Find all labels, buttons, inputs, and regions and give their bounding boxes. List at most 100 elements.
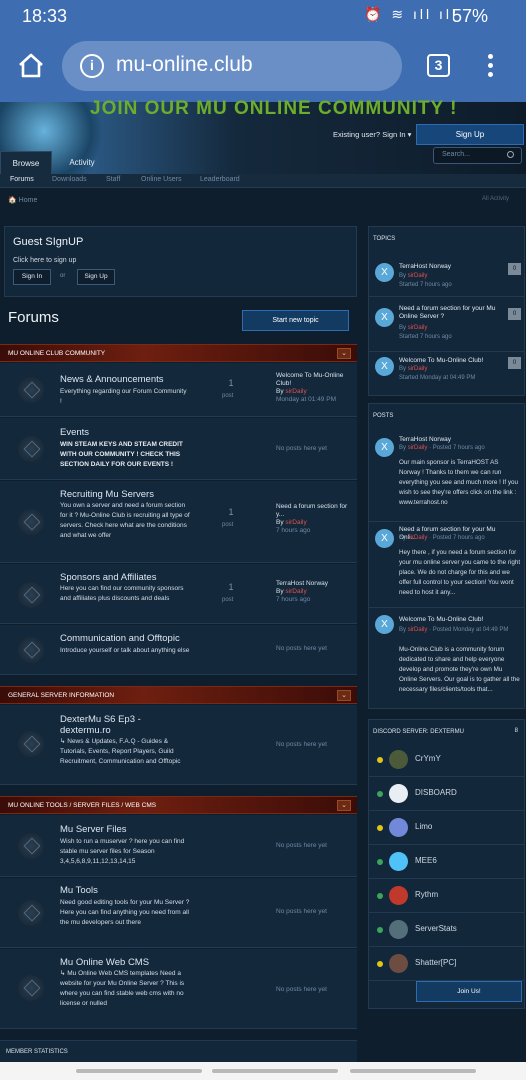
forum-title[interactable]: News & Announcements [60,374,164,385]
forum-description: ↳ Mu Online Web CMS templates Need a web… [60,970,185,1007]
discord-member[interactable]: Limo [369,811,525,845]
no-posts: No posts here yet [276,741,327,748]
forum-row[interactable]: Mu Online Web CMS ↳ Mu Online Web CMS te… [0,949,357,1029]
topic-item[interactable]: X Need a forum section for your Mu Onlin… [369,298,525,352]
post-title[interactable]: TerraHost Norway [399,436,509,444]
status-dot [377,825,383,831]
subnav-staff[interactable]: Staff [106,176,120,183]
home-icon[interactable] [17,52,45,78]
signup-button[interactable]: Sign Up [416,124,524,145]
nav-handle[interactable] [76,1069,202,1073]
forum-row[interactable]: Mu Tools Need good editing tools for you… [0,878,357,948]
search-icon[interactable] [507,151,514,158]
topic-time: Started Monday at 04:49 PM [399,375,476,381]
post-count: 1 [228,378,234,388]
post-meta: By sirDaily · Posted Monday at 04:49 PM [399,627,509,633]
discord-member[interactable]: ServerStats [369,913,525,947]
post-item[interactable]: X Need a forum section for your Mu Onli.… [369,523,525,608]
category-title: MU ONLINE TOOLS / SERVER FILES / WEB CMS [8,802,157,809]
avatar: X [375,529,394,548]
avatar [389,750,408,769]
forum-description: ↳ News & Updates, F.A.Q - Guides & Tutor… [60,738,181,765]
avatar: X [375,438,394,457]
post-body: Our main sponsor is TerraHOST AS Norway … [399,459,519,506]
forum-title[interactable]: Events [60,427,89,438]
avatar [389,818,408,837]
forum-row[interactable]: DexterMu S6 Ep3 - dextermu.ro ↳ News & U… [0,705,357,785]
status-bar: 18:33 ⏰ ≋ ıll ıll 57% [0,0,526,32]
tab-switcher-button[interactable]: 3 [427,54,450,77]
reply-count-badge: 0 [508,263,521,275]
discord-member[interactable]: CrYmY [369,743,525,777]
forum-icon [18,377,44,403]
forum-row[interactable]: Events WIN STEAM KEYS AND STEAM CREDIT W… [0,418,357,480]
no-posts: No posts here yet [276,986,327,993]
chevron-down-icon[interactable]: ⌄ [337,690,351,701]
post-title[interactable]: Welcome To Mu-Online Club! [399,616,509,624]
menu-icon[interactable] [486,54,494,80]
breadcrumb[interactable]: 🏠 Home [8,196,37,204]
guest-signup-button[interactable]: Sign Up [77,269,115,285]
sign-in-link[interactable]: Existing user? Sign In ▾ [333,130,411,139]
forum-description: You own a server and need a forum sectio… [60,502,190,539]
guest-signin-button[interactable]: Sign In [13,269,51,285]
post-item[interactable]: X Welcome To Mu-Online Club! By sirDaily… [369,609,525,709]
system-nav-bar [0,1062,526,1080]
avatar [389,852,408,871]
member-name: ServerStats [415,924,457,933]
category-header[interactable]: MU ONLINE CLUB COMMUNITY ⌄ [0,344,357,362]
topic-title[interactable]: Welcome To Mu-Online Club! [399,357,509,365]
discord-member[interactable]: Shatter[PC] [369,947,525,981]
discord-member[interactable]: MEE6 [369,845,525,879]
topic-title[interactable]: TerraHost Norway [399,263,509,271]
chevron-down-icon[interactable]: ⌄ [337,800,351,811]
subnav-downloads[interactable]: Downloads [52,176,87,183]
member-name: MEE6 [415,856,437,865]
subnav-forums[interactable]: Forums [10,176,34,183]
topic-title[interactable]: Need a forum section for your Mu Online … [399,305,509,321]
join-discord-button[interactable]: Join Us! [416,981,522,1002]
discord-member[interactable]: DISBOARD [369,777,525,811]
tab-browse[interactable]: Browse [0,151,52,174]
search-input[interactable]: Search... [433,147,522,164]
last-post[interactable]: Welcome To Mu-Online Club! By sirDaily Mon… [276,372,356,404]
nav-handle[interactable] [212,1069,338,1073]
discord-member[interactable]: Rythm [369,879,525,913]
site-info-icon[interactable]: i [80,54,104,78]
forum-title[interactable]: Sponsors and Affiliates [60,572,156,583]
forum-row[interactable]: Mu Server Files Wish to run a muserver ?… [0,815,357,877]
forum-title[interactable]: Mu Online Web CMS [60,957,149,968]
forum-row[interactable]: Sponsors and Affiliates Here you can fin… [0,564,357,624]
last-post[interactable]: TerraHost Norway By sirDaily 7 hours ago [276,580,356,604]
post-item[interactable]: X TerraHost Norway By sirDaily · Posted … [369,430,525,522]
chevron-down-icon[interactable]: ⌄ [337,348,351,359]
start-new-topic-button[interactable]: Start new topic [242,310,349,331]
forum-row[interactable]: Recruiting Mu Servers You own a server a… [0,481,357,563]
status-dot [377,859,383,865]
member-statistics-panel: MEMBER STATISTICS [0,1040,357,1062]
last-post[interactable]: Need a forum section for y... By sirDaily… [276,503,356,535]
forum-description: Introduce yourself or talk about anythin… [60,647,190,654]
forum-title[interactable]: DexterMu S6 Ep3 - dextermu.ro [60,714,180,736]
forum-row[interactable]: News & Announcements Everything regardin… [0,363,357,417]
tab-activity[interactable]: Activity [62,151,102,174]
subnav-online-users[interactable]: Online Users [141,176,181,183]
guest-title: Guest SIgnUP [13,236,84,248]
nav-handle[interactable] [350,1069,476,1073]
discord-title: DISCORD SERVER: DEXTERMU [373,729,464,735]
subnav-leaderboard[interactable]: Leaderboard [200,176,240,183]
topic-item[interactable]: X Welcome To Mu-Online Club! By sirDaily… [369,353,525,393]
address-bar[interactable]: i mu-online.club [62,41,402,91]
topic-item[interactable]: X TerraHost Norway By sirDaily Started 7… [369,253,525,297]
all-activity-link[interactable]: All Activity [482,196,509,202]
forum-title[interactable]: Mu Tools [60,885,98,896]
member-name: Shatter[PC] [415,958,457,967]
forum-title[interactable]: Mu Server Files [60,824,127,835]
category-header[interactable]: GENERAL SERVER INFORMATION ⌄ [0,686,357,704]
forum-title[interactable]: Recruiting Mu Servers [60,489,154,500]
forum-title[interactable]: Communication and Offtopic [60,633,180,644]
category-header[interactable]: MU ONLINE TOOLS / SERVER FILES / WEB CMS… [0,796,357,814]
topic-time: Started 7 hours ago [399,334,452,340]
topic-author: By sirDaily [399,273,428,279]
forum-row[interactable]: Communication and Offtopic Introduce you… [0,625,357,675]
